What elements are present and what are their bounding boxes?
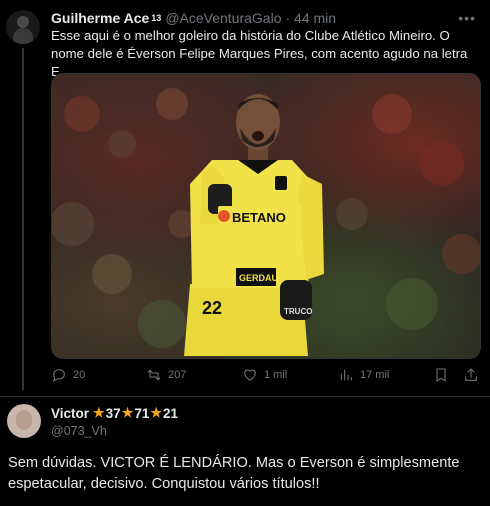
belly-sponsor: GERDAU	[239, 273, 278, 283]
retweet-button[interactable]: 207	[146, 367, 186, 383]
reply-button[interactable]: 20	[51, 367, 85, 383]
retweet-count: 207	[168, 369, 187, 381]
tweet-header: Guilherme Ace 13 @AceVenturaGalo · 44 mi…	[51, 10, 336, 26]
share-button[interactable]	[463, 367, 479, 383]
shorts-number: 22	[202, 298, 222, 318]
star-icon: ★	[93, 405, 105, 420]
star-icon: ★	[121, 405, 134, 420]
reply-author-header: Victor ★ 37 ★ 71 ★ 21	[51, 405, 178, 421]
views-count: 17 mil	[360, 369, 390, 381]
tweet-reply[interactable]: Victor ★ 37 ★ 71 ★ 21 @073_Vh Sem dúvida…	[0, 396, 490, 506]
glove-text: TRUCO	[284, 307, 312, 316]
bookmark-button[interactable]	[433, 367, 449, 383]
reply-badge-3: 21	[163, 405, 179, 421]
views-button[interactable]: 17 mil	[338, 367, 389, 383]
star-icon: ★	[150, 405, 163, 420]
author-handle[interactable]: @AceVenturaGalo	[165, 10, 281, 26]
like-icon	[244, 369, 256, 381]
reply-author-handle[interactable]: @073_Vh	[51, 424, 107, 438]
views-icon	[340, 369, 352, 381]
goalkeeper-figure: 22 TRUCO BETANO GERDAU	[184, 94, 324, 356]
tweet-image[interactable]: 22 TRUCO BETANO GERDAU	[51, 73, 481, 359]
author-name[interactable]: Guilherme Ace	[51, 10, 149, 26]
bookmark-icon	[436, 368, 446, 382]
reply-author-name[interactable]: Victor	[51, 406, 89, 421]
reply-author-avatar[interactable]	[7, 404, 41, 438]
chest-sponsor: BETANO	[232, 210, 286, 225]
tweet-main[interactable]: Guilherme Ace 13 @AceVenturaGalo · 44 mi…	[0, 0, 490, 396]
share-icon	[465, 368, 477, 381]
author-badge: 13	[151, 13, 162, 23]
tweet-time[interactable]: · 44 min	[285, 10, 336, 26]
more-icon[interactable]: •••	[458, 10, 476, 26]
reply-count: 20	[73, 369, 86, 381]
like-button[interactable]: 1 mil	[242, 367, 287, 383]
reply-icon	[52, 369, 65, 383]
reply-text: Sem dúvidas. VICTOR É LENDÁRIO. Mas o Ev…	[8, 455, 460, 492]
tweet-actions: 20 207 1 mil 17 mil	[51, 367, 481, 387]
reply-badge-2: 71	[134, 405, 150, 421]
retweet-icon	[147, 369, 161, 381]
author-avatar[interactable]	[6, 10, 40, 44]
reply-badge-1: 37	[105, 405, 121, 421]
like-count: 1 mil	[264, 369, 288, 381]
thread-connector	[22, 48, 24, 390]
